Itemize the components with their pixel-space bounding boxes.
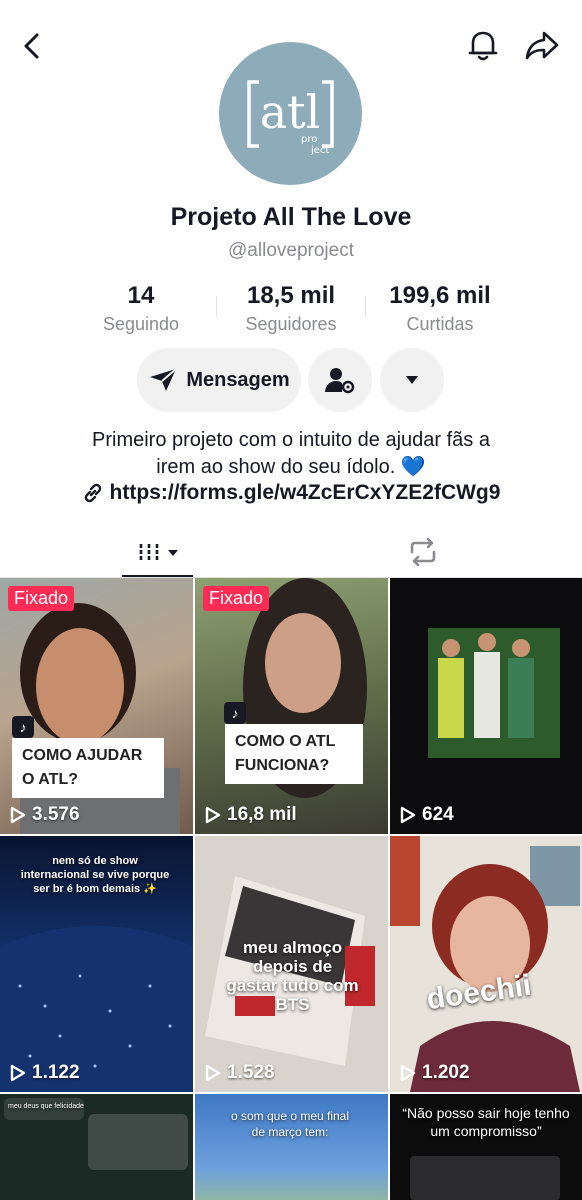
tiktok-logo-icon: ♪ — [224, 702, 246, 724]
stat-followers[interactable]: 18,5 mil Seguidores — [231, 282, 351, 335]
link-icon — [84, 483, 101, 503]
video-overlay-text: meu almoço depois de gastar tudo com BTS — [226, 938, 359, 1014]
video-tile[interactable]: Fixado ♪ COMO O ATL FUNCIONA? 16,8 mil — [195, 578, 388, 834]
back-button[interactable] — [14, 28, 50, 64]
stat-following-value: 14 — [127, 282, 155, 309]
share-arrow-icon — [525, 31, 559, 60]
bio-link-text: https://forms.gle/w4ZcErCxYZE2fCWg9 — [109, 481, 501, 504]
stat-followers-value: 18,5 mil — [246, 282, 336, 309]
bell-icon — [468, 31, 498, 61]
avatar[interactable]: atl pro ject — [219, 42, 362, 185]
play-icon — [400, 806, 416, 824]
play-icon — [205, 1064, 221, 1082]
video-tile[interactable]: 624 — [390, 578, 582, 834]
stat-divider — [216, 296, 217, 318]
chat-bubble — [88, 1114, 188, 1170]
bio-line: Primeiro projeto com o intuito de ajudar… — [92, 429, 490, 451]
share-button[interactable] — [522, 26, 562, 64]
svg-text:ject: ject — [310, 145, 329, 156]
message-button[interactable]: Mensagem — [137, 348, 301, 412]
message-button-label: Mensagem — [186, 368, 290, 391]
stat-following[interactable]: 14 Seguindo — [88, 282, 194, 335]
chevron-left-icon — [24, 33, 39, 59]
send-icon — [150, 368, 177, 391]
stat-likes[interactable]: 199,6 mil Curtidas — [378, 282, 502, 335]
tab-reposts[interactable] — [395, 530, 451, 574]
play-icon — [205, 806, 221, 824]
play-icon — [10, 1064, 26, 1082]
bio-line: irem ao show do seu ídolo. 💙 — [156, 456, 426, 478]
video-tile[interactable]: doechii 1.202 — [390, 836, 582, 1092]
atl-logo: atl pro ject — [247, 80, 334, 156]
video-overlay-text: o som que o meu final de março tem: — [230, 1109, 350, 1139]
repost-icon — [410, 538, 436, 566]
view-count: 3.576 — [10, 804, 80, 826]
stat-likes-value: 199,6 mil — [389, 282, 491, 309]
play-icon — [10, 806, 26, 824]
pinned-badge: Fixado — [8, 586, 75, 611]
video-overlay-text: meu deus que felicidade — [8, 1103, 84, 1110]
stat-following-label: Seguindo — [102, 314, 180, 334]
video-tile[interactable]: Fixado ♪ COMO AJUDAR O ATL? 3.576 — [0, 578, 193, 834]
profile-handle: @alloveproject — [228, 240, 354, 261]
profile-name: Projeto All The Love — [170, 203, 412, 231]
tab-videos[interactable] — [122, 528, 193, 578]
caret-down-icon — [406, 376, 418, 384]
caret-down-icon — [167, 550, 178, 556]
more-options-button[interactable] — [380, 348, 444, 412]
video-caption: COMO AJUDAR O ATL? — [12, 738, 164, 798]
video-tile[interactable]: meu deus que felicidade — [0, 1094, 193, 1200]
play-icon — [400, 1064, 416, 1082]
video-tile[interactable]: o som que o meu final de março tem: — [195, 1094, 388, 1200]
video-caption: COMO O ATL FUNCIONA? — [225, 724, 363, 784]
view-count: 1.202 — [400, 1062, 470, 1084]
notifications-button[interactable] — [464, 26, 502, 64]
video-tile[interactable]: meu almoço depois de gastar tudo com BTS… — [195, 836, 388, 1092]
keyboard-image — [410, 1156, 560, 1200]
pinned-badge: Fixado — [203, 586, 270, 611]
add-friend-button[interactable] — [308, 348, 372, 412]
stat-likes-label: Curtidas — [406, 314, 474, 334]
view-count: 624 — [400, 804, 454, 826]
avatar-subtext: pro — [301, 134, 317, 145]
profile-tabs — [0, 520, 582, 578]
videos-grid-icon — [139, 544, 158, 562]
video-tile[interactable]: nem só de show internacional se vive por… — [0, 836, 193, 1092]
video-tile[interactable]: “Não posso sair hoje tenho um compromiss… — [390, 1094, 582, 1200]
video-thumbnail — [428, 628, 560, 758]
video-overlay-text: “Não posso sair hoje tenho um compromiss… — [402, 1105, 570, 1139]
view-count: 1.528 — [205, 1062, 275, 1084]
stat-divider — [365, 296, 366, 318]
avatar-text: atl — [260, 85, 321, 139]
tiktok-logo-icon: ♪ — [12, 716, 34, 738]
user-settings-icon — [325, 368, 355, 394]
stat-followers-label: Seguidores — [245, 314, 337, 334]
bio-link[interactable]: https://forms.gle/w4ZcErCxYZE2fCWg9 — [0, 481, 582, 505]
video-thumbnail — [390, 836, 580, 1092]
view-count: 16,8 mil — [205, 804, 297, 826]
video-overlay-text: nem só de show internacional se vive por… — [20, 855, 170, 895]
view-count: 1.122 — [10, 1062, 80, 1084]
